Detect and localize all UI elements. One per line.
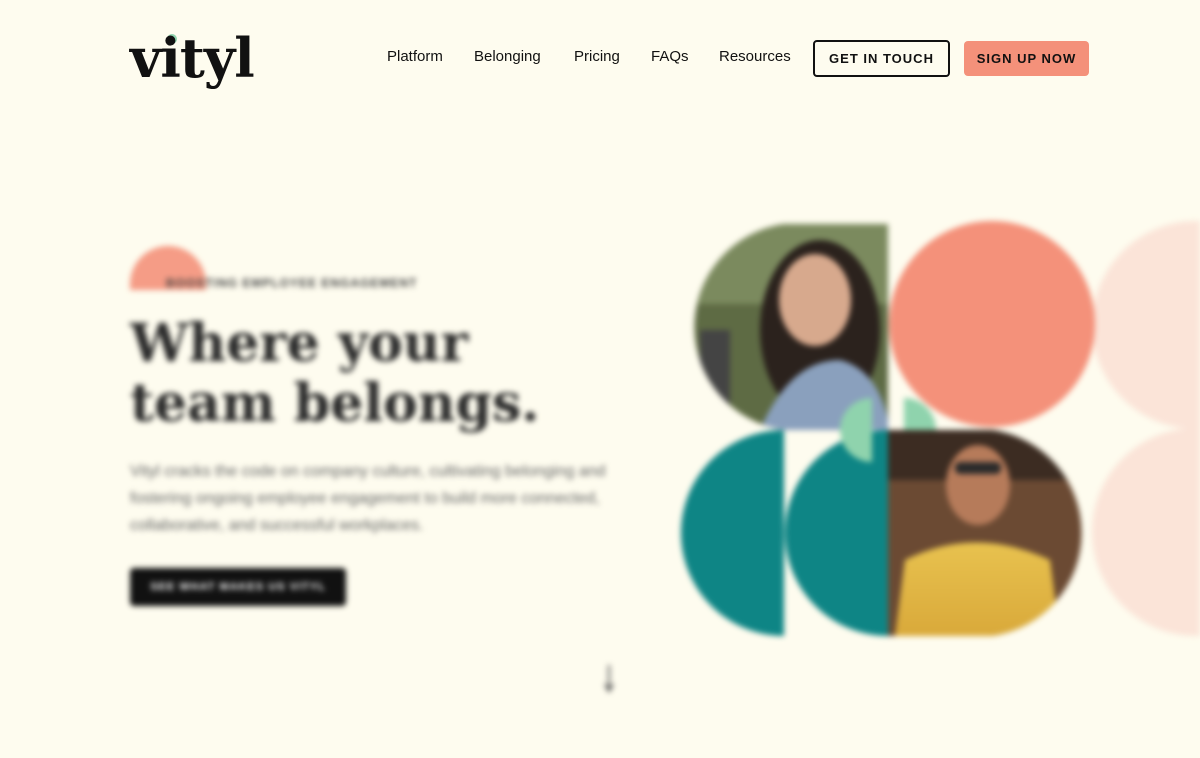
photo-woman: [694, 224, 888, 430]
teal-half-circle-right: [785, 430, 888, 636]
hero-section: BOOSTING EMPLOYEE ENGAGEMENT Where your …: [0, 118, 1200, 758]
teal-half-circle-left: [681, 430, 784, 636]
pale-peach-circle-top: [1092, 221, 1200, 429]
coral-circle: [889, 221, 1095, 427]
pale-peach-circle-bottom: [1092, 428, 1200, 636]
photo-man: [888, 430, 1082, 636]
hero-shape-collage: [681, 221, 1200, 636]
